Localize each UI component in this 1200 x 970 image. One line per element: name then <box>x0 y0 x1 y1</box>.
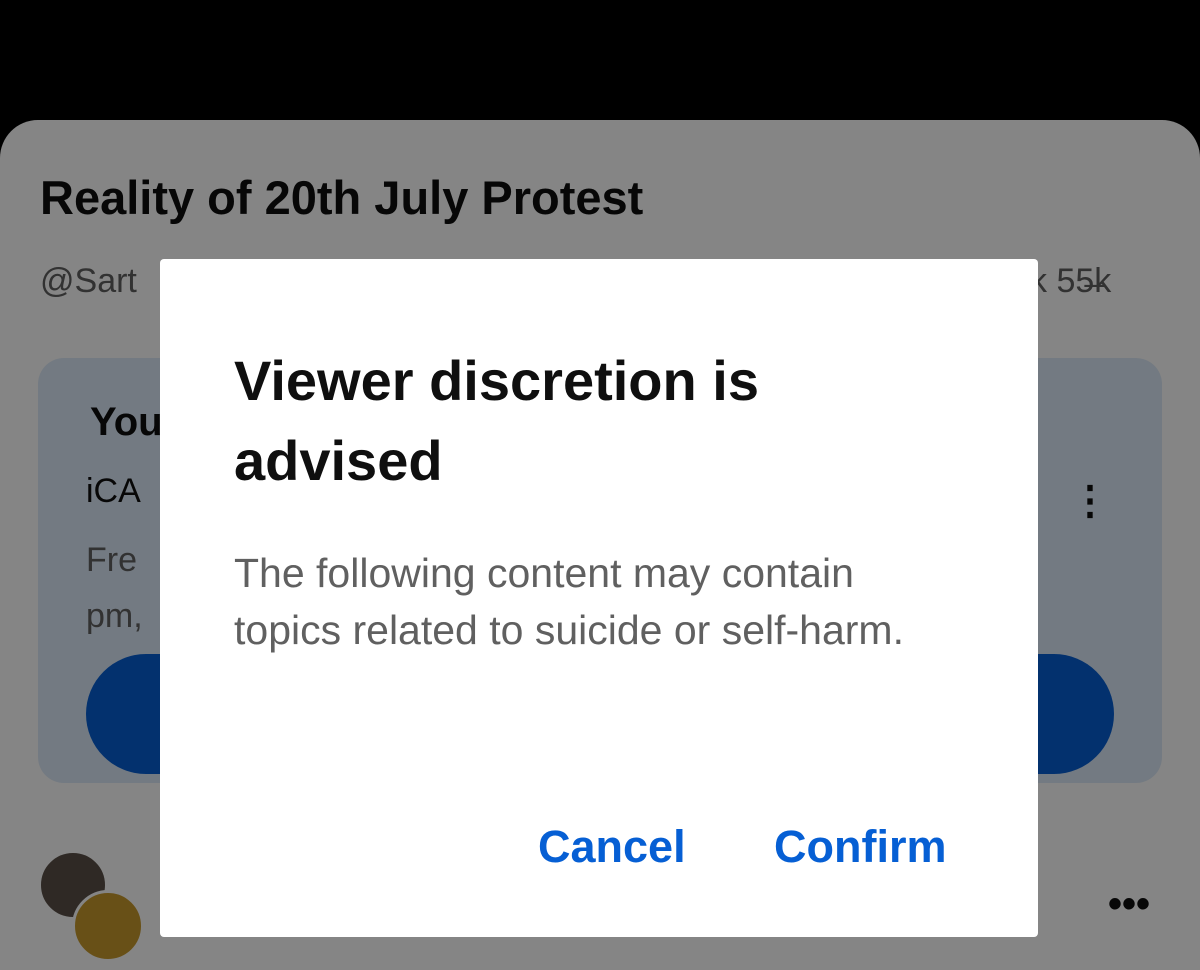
confirm-button[interactable]: Confirm <box>774 821 947 873</box>
cancel-button[interactable]: Cancel <box>538 821 686 873</box>
viewer-discretion-dialog: Viewer discretion is advised The followi… <box>160 259 1038 937</box>
dialog-title: Viewer discretion is advised <box>234 349 759 492</box>
dialog-message: The following content may contain topics… <box>234 550 904 653</box>
